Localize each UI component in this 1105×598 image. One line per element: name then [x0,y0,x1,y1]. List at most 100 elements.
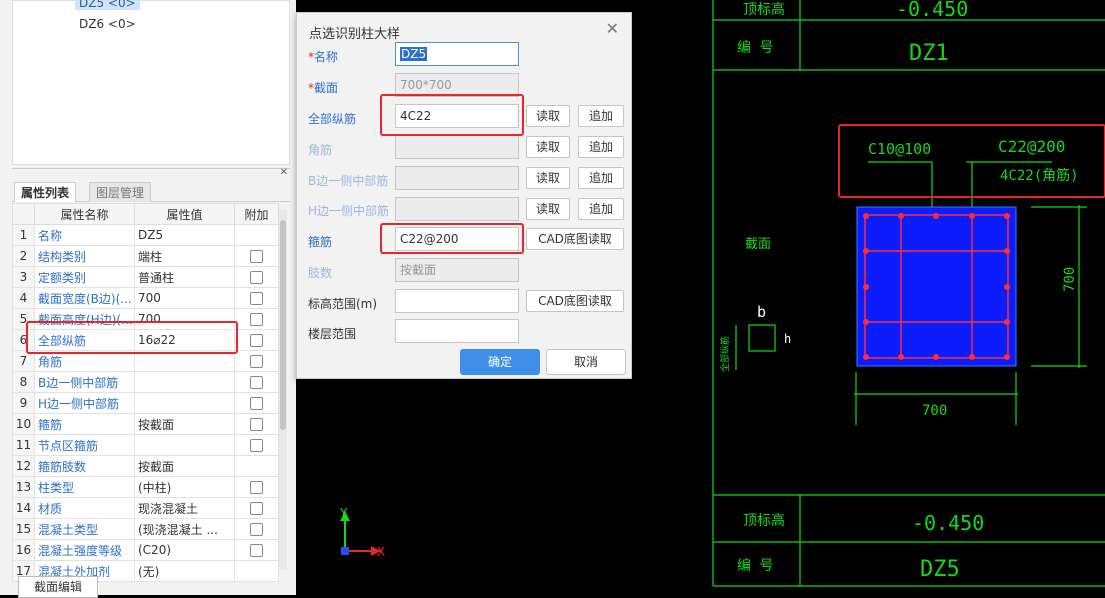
property-value[interactable]: 普通柱 [134,266,235,288]
rebar-dot [933,213,939,219]
property-value[interactable]: 700 [134,287,235,309]
row-index: 13 [12,476,35,498]
table-row[interactable]: 4 截面宽度(B边)(... 700 [12,287,279,309]
rebar-dot [863,248,869,254]
property-value[interactable]: (中柱) [134,476,235,498]
name-input[interactable]: DZ5 [395,42,519,66]
property-name: 结构类别 [34,245,135,267]
scrollbar-thumb[interactable] [280,220,286,430]
close-icon[interactable]: ✕ [606,19,619,38]
cad-canvas[interactable]: 顶标高 -0.450 编 号 DZ1 截面 C10@100 C22@200 4C… [632,0,1105,595]
all-bars-read-button[interactable]: 读取 [526,105,570,127]
table-row[interactable]: 2 结构类别 端柱 [12,245,279,267]
row-index: 10 [12,413,35,435]
header-extra: 附加 [234,203,279,225]
all-bars-append-button[interactable]: 追加 [578,105,624,127]
row-index: 7 [12,350,35,372]
ok-button[interactable]: 确定 [460,349,540,375]
property-value[interactable]: 按截面 [134,413,235,435]
table-row[interactable]: 6 全部纵筋 16⌀22 [12,329,279,351]
property-value[interactable]: 现浇混凝土 [134,497,235,519]
extra-checkbox[interactable] [250,439,263,452]
corner-input[interactable] [395,135,519,159]
table-row[interactable]: 1 名称 DZ5 [12,224,279,246]
property-value[interactable]: 700 [134,308,235,330]
extra-checkbox[interactable] [250,397,263,410]
b-mid-append-button[interactable]: 追加 [578,167,624,189]
rebar-dot [969,354,975,360]
elev-cad-read-button[interactable]: CAD底图读取 [526,290,624,312]
property-value[interactable] [134,434,235,456]
h-mid-input[interactable] [395,197,519,221]
all-bars-input[interactable]: 4C22 [395,104,519,128]
rebar-dot [863,319,869,325]
extra-cell [234,392,279,414]
floor-range-input[interactable] [395,319,519,343]
property-value[interactable] [134,350,235,372]
table-row[interactable]: 13 柱类型 (中柱) [12,476,279,498]
property-value[interactable]: DZ5 [134,224,235,246]
rebar-dot [898,213,904,219]
table-row[interactable]: 12 箍筋肢数 按截面 [12,455,279,477]
cancel-button[interactable]: 取消 [546,349,626,375]
extra-cell [234,266,279,288]
b-mid-read-button[interactable]: 读取 [526,167,570,189]
extra-checkbox[interactable] [250,292,263,305]
extra-checkbox[interactable] [250,355,263,368]
floor-range-label: 楼层范围 [308,327,357,341]
extra-checkbox[interactable] [250,271,263,284]
table-row[interactable]: 16 混凝土强度等级 (C20) [12,539,279,561]
axis-y-label: Y [339,506,348,520]
extra-checkbox[interactable] [250,502,263,515]
extra-checkbox[interactable] [250,418,263,431]
table-row[interactable]: 3 定额类别 普通柱 [12,266,279,288]
column-section [856,206,1017,367]
extra-checkbox[interactable] [250,544,263,557]
extra-cell [234,350,279,372]
h-mid-read-button[interactable]: 读取 [526,198,570,220]
tab-layer-mgmt[interactable]: 图层管理 [89,182,152,202]
extra-checkbox[interactable] [250,250,263,263]
table-row[interactable]: 15 混凝土类型 (现浇混凝土 ... [12,518,279,540]
close-icon[interactable]: ✕ [280,167,288,178]
property-table: 属性名称 属性值 附加 1 名称 DZ5 2 结构类别 端柱 3 定额类别 普通柱 4 截面宽度(B… [12,203,279,582]
property-value[interactable]: (无) [134,560,235,582]
scrollbar[interactable] [279,210,287,570]
stirrup-input[interactable]: C22@200 [395,227,519,251]
b-mid-input[interactable] [395,166,519,190]
property-value[interactable]: 16⌀22 [134,329,235,351]
extra-checkbox[interactable] [250,523,263,536]
table-row[interactable]: 7 角筋 [12,350,279,372]
extra-checkbox[interactable] [250,481,263,494]
extra-checkbox[interactable] [250,334,263,347]
table-row[interactable]: 14 材质 现浇混凝土 [12,497,279,519]
property-value[interactable] [134,392,235,414]
table-row[interactable]: 8 B边一侧中部筋 [12,371,279,393]
property-value[interactable]: 端柱 [134,245,235,267]
table-row[interactable]: 11 节点区箍筋 [12,434,279,456]
legs-input[interactable]: 按截面 [395,258,519,282]
extra-cell [234,308,279,330]
elev-range-input[interactable] [395,289,519,313]
corner-read-button[interactable]: 读取 [526,136,570,158]
extra-checkbox[interactable] [250,313,263,326]
corner-append-button[interactable]: 追加 [578,136,624,158]
cad-stirrup-note: C10@100 [868,140,931,158]
tree-item-dz6[interactable]: DZ6 <0> [75,17,140,31]
extra-checkbox[interactable] [250,376,263,389]
table-row[interactable]: 9 H边一侧中部筋 [12,392,279,414]
cad-elev-value-top: -0.450 [896,0,968,21]
tab-attr-list[interactable]: 属性列表 [14,182,77,202]
property-value[interactable]: 按截面 [134,455,235,477]
property-value[interactable]: (C20) [134,539,235,561]
tree-item-dz5[interactable]: DZ5 <0> [75,0,140,10]
property-value[interactable] [134,371,235,393]
cad-code-value-top: DZ1 [909,41,949,66]
table-row[interactable]: 10 箍筋 按截面 [12,413,279,435]
stirrup-cad-read-button[interactable]: CAD底图读取 [526,228,624,250]
h-mid-append-button[interactable]: 追加 [578,198,624,220]
row-index: 12 [12,455,35,477]
section-input[interactable]: 700*700 [395,73,519,97]
property-value[interactable]: (现浇混凝土 ... [134,518,235,540]
table-row[interactable]: 5 截面高度(H边)(... 700 [12,308,279,330]
